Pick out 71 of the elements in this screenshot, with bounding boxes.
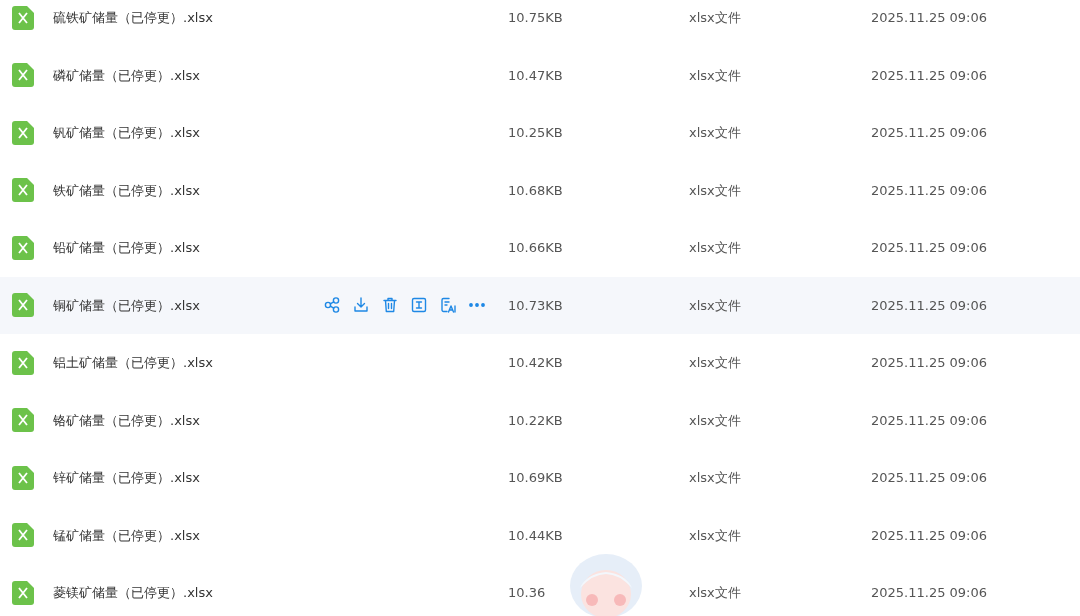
- file-size: 10.42KB: [508, 354, 564, 372]
- file-name[interactable]: 铁矿储量（已停更）.xlsx: [53, 180, 323, 200]
- file-row[interactable]: 锰矿储量（已停更）.xlsx 10.44KB xlsx文件 2025.11.25 09:06: [0, 506, 1080, 564]
- spreadsheet-file-icon: [12, 408, 34, 433]
- spreadsheet-file-icon: [12, 523, 34, 548]
- file-type: xlsx文件: [689, 469, 742, 487]
- spreadsheet-file-icon: [12, 465, 34, 490]
- file-size: 10.47KB: [508, 66, 564, 85]
- modified-time: 2025.11.25 09:06: [871, 239, 988, 257]
- spreadsheet-file-icon: [12, 235, 34, 260]
- file-name[interactable]: 锰矿储量（已停更）.xlsx: [53, 525, 323, 545]
- modified-time: 2025.11.25 09:06: [871, 469, 988, 487]
- file-name[interactable]: 钒矿储量（已停更）.xlsx: [53, 123, 323, 143]
- file-type: xlsx文件: [689, 526, 742, 545]
- file-name[interactable]: 铝土矿储量（已停更）.xlsx: [53, 353, 323, 373]
- file-name[interactable]: 磷矿储量（已停更）.xlsx: [53, 65, 323, 85]
- file-size: 10.25KB: [508, 124, 564, 142]
- file-name[interactable]: 铬矿储量（已停更）.xlsx: [53, 410, 323, 430]
- spreadsheet-file-icon: [12, 350, 34, 375]
- modified-time: 2025.11.25 09:06: [871, 181, 988, 200]
- file-type: xlsx文件: [689, 9, 742, 27]
- file-row[interactable]: 锌矿储量（已停更）.xlsx 10.69KB xlsx文件 2025.11.25 09:06: [0, 449, 1080, 507]
- spreadsheet-file-icon: [12, 120, 34, 145]
- file-size: 10.36: [508, 584, 547, 602]
- file-size: 10.69KB: [508, 469, 564, 487]
- file-row[interactable]: 铅矿储量（已停更）.xlsx 10.66KB xlsx文件 2025.11.25 09:06: [0, 219, 1080, 277]
- modified-time: 2025.11.25 09:06: [871, 9, 988, 27]
- file-type: xlsx文件: [689, 239, 742, 257]
- file-type: xlsx文件: [689, 181, 742, 200]
- modified-time: 2025.11.25 09:06: [871, 296, 988, 315]
- file-type: xlsx文件: [689, 354, 742, 372]
- file-name[interactable]: 铜矿储量（已停更）.xlsx: [53, 295, 323, 315]
- file-size: 10.66KB: [508, 239, 564, 257]
- file-row[interactable]: 菱镁矿储量（已停更）.xlsx 10.36 xlsx文件 2025.11.25 09:06: [0, 564, 1080, 616]
- file-row[interactable]: 磷矿储量（已停更）.xlsx 10.47KB xlsx文件 2025.11.25 09:06: [0, 46, 1080, 104]
- file-name[interactable]: 铅矿储量（已停更）.xlsx: [53, 238, 323, 258]
- file-row[interactable]: 硫铁矿储量（已停更）.xlsx 10.75KB xlsx文件 2025.11.25 09:06: [0, 0, 1080, 47]
- file-row[interactable]: 铜矿储量（已停更）.xlsx 10.73KB xlsx文件 2025.11.25 09:06: [0, 276, 1080, 334]
- spreadsheet-file-icon: [12, 63, 34, 88]
- share-icon[interactable]: [323, 296, 341, 315]
- file-size: 10.22KB: [508, 411, 564, 430]
- rename-icon[interactable]: [410, 296, 428, 315]
- spreadsheet-file-icon: [12, 293, 34, 318]
- file-type: xlsx文件: [689, 124, 742, 142]
- modified-time: 2025.11.25 09:06: [871, 526, 988, 545]
- file-type: xlsx文件: [689, 584, 742, 602]
- modified-time: 2025.11.25 09:06: [871, 584, 988, 602]
- file-type: xlsx文件: [689, 296, 742, 315]
- modified-time: 2025.11.25 09:06: [871, 354, 988, 372]
- file-size: 10.75KB: [508, 9, 564, 27]
- file-type: xlsx文件: [689, 66, 742, 85]
- delete-icon[interactable]: [381, 296, 399, 315]
- download-icon[interactable]: [352, 296, 370, 315]
- file-name[interactable]: 菱镁矿储量（已停更）.xlsx: [53, 583, 323, 603]
- file-size: 10.68KB: [508, 181, 564, 200]
- modified-time: 2025.11.25 09:06: [871, 66, 988, 85]
- file-row[interactable]: 铝土矿储量（已停更）.xlsx 10.42KB xlsx文件 2025.11.25 09:06: [0, 334, 1080, 392]
- file-row[interactable]: 钒矿储量（已停更）.xlsx 10.25KB xlsx文件 2025.11.25 09:06: [0, 104, 1080, 162]
- file-row[interactable]: 铬矿储量（已停更）.xlsx 10.22KB xlsx文件 2025.11.25 09:06: [0, 391, 1080, 449]
- file-name[interactable]: 锌矿储量（已停更）.xlsx: [53, 468, 323, 488]
- modified-time: 2025.11.25 09:06: [871, 411, 988, 430]
- file-type: xlsx文件: [689, 411, 742, 430]
- file-name[interactable]: 硫铁矿储量（已停更）.xlsx: [53, 8, 323, 28]
- spreadsheet-file-icon: [12, 580, 34, 605]
- spreadsheet-file-icon: [12, 178, 34, 203]
- ai-document-icon[interactable]: [439, 296, 457, 315]
- modified-time: 2025.11.25 09:06: [871, 124, 988, 142]
- file-size: 10.73KB: [508, 296, 564, 315]
- file-size: 10.44KB: [508, 526, 564, 545]
- file-row[interactable]: 铁矿储量（已停更）.xlsx 10.68KB xlsx文件 2025.11.25 09:06: [0, 161, 1080, 219]
- spreadsheet-file-icon: [12, 5, 34, 30]
